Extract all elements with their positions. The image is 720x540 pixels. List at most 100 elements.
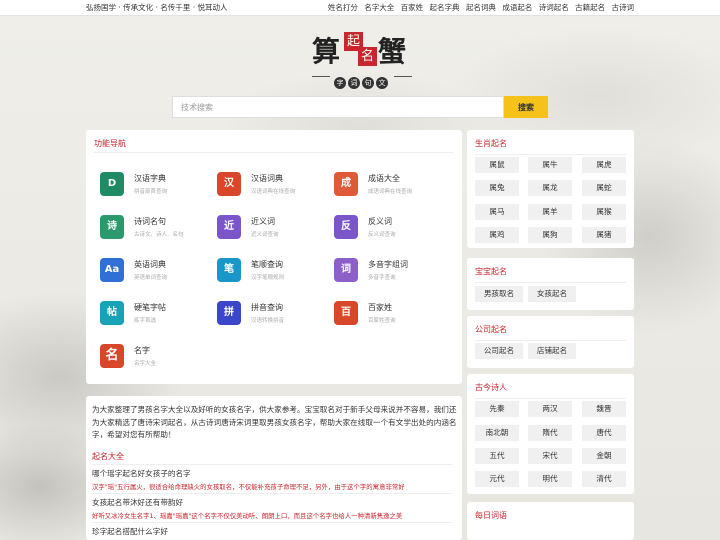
site-logo[interactable]: 算 起 名 蟹 字词句文	[312, 30, 412, 89]
tool-names[interactable]: 名 名字 名字大全	[100, 342, 212, 372]
tool-english[interactable]: Aa 英语词典 英语单词查询	[100, 256, 212, 286]
dynasty-tag[interactable]: 隋代	[528, 425, 572, 441]
top-link-poem[interactable]: 诗词起名	[539, 3, 569, 12]
logo-seal-ming: 名	[358, 47, 377, 66]
dynasty-tag[interactable]: 南北朝	[475, 425, 519, 441]
top-links: 姓名打分 名字大全 百家姓 起名字典 起名词典 成语起名 诗词起名 古籍起名 古…	[324, 0, 634, 16]
stroke-icon: 笔	[217, 258, 241, 282]
top-link-ancient[interactable]: 古诗词	[612, 3, 635, 12]
baby-tag-boy[interactable]: 男孩取名	[475, 286, 523, 302]
dynasty-tag[interactable]: 元代	[475, 471, 519, 487]
tool-name: 百家姓	[368, 303, 392, 312]
tool-name: 拼音查询	[251, 303, 283, 312]
dynasty-tag[interactable]: 五代	[475, 448, 519, 464]
baby-name-panel: 宝宝起名 男孩取名 女孩起名	[467, 258, 634, 310]
zodiac-tag[interactable]: 属虎	[582, 157, 626, 173]
dynasty-tag[interactable]: 金朝	[582, 448, 626, 464]
top-link-names[interactable]: 名字大全	[364, 3, 394, 12]
synonym-icon: 近	[217, 215, 241, 239]
tool-name: 名字	[134, 346, 150, 355]
antonym-icon: 反	[334, 215, 358, 239]
search-button[interactable]: 搜索	[504, 96, 548, 118]
surname-icon: 百	[334, 301, 358, 325]
divider	[92, 522, 452, 523]
tool-name: 诗词名句	[134, 217, 166, 226]
article-summary: 好听又冰冷女生名字1、瑶嘉"瑶嘉"这个名字不仅仅美动听、朗朗上口，而且这个名字也…	[92, 512, 403, 520]
tool-pinyin[interactable]: 拼 拼音查询 汉语转换拼音	[217, 299, 329, 329]
zodiac-tag[interactable]: 属龙	[528, 180, 572, 196]
company-tag[interactable]: 公司起名	[475, 343, 523, 359]
baby-tag-girl[interactable]: 女孩起名	[528, 286, 576, 302]
article-title[interactable]: 哪个瑶字起名好女孩子的名字	[92, 468, 191, 479]
baby-title: 宝宝起名	[475, 267, 507, 276]
article-title[interactable]: 珍字起名搭配什么字好	[92, 526, 168, 537]
tool-stroke-order[interactable]: 笔 笔顺查询 汉字笔顺规则	[217, 256, 329, 286]
pinyin-icon: 拼	[217, 301, 241, 325]
top-link-dict[interactable]: 起名字典	[430, 3, 460, 12]
top-link-words[interactable]: 起名词典	[466, 3, 496, 12]
tool-desc: 名字大全	[134, 361, 157, 367]
divider	[94, 152, 454, 153]
tool-idioms[interactable]: 成 成语大全 成语词典在线查询	[334, 170, 446, 200]
dynasty-tag[interactable]: 清代	[582, 471, 626, 487]
name-icon: 名	[100, 344, 124, 368]
search-input[interactable]	[172, 96, 504, 118]
tool-hanzi-dict[interactable]: D 汉语字典 拼音部首查询	[100, 170, 212, 200]
zodiac-tag[interactable]: 属兔	[475, 180, 519, 196]
top-link-score[interactable]: 姓名打分	[328, 3, 358, 12]
dynasty-tag[interactable]: 宋代	[528, 448, 572, 464]
poem-book-icon: 诗	[100, 215, 124, 239]
zodiac-tag[interactable]: 属牛	[528, 157, 572, 173]
top-bar: 弘扬国学 · 传承文化 · 名传千里 · 悦耳动人 姓名打分 名字大全 百家姓 …	[0, 0, 720, 16]
dynasty-tag[interactable]: 两汉	[528, 401, 572, 417]
divider	[475, 282, 626, 283]
han-icon: 汉	[217, 172, 241, 196]
tool-synonyms[interactable]: 近 近义词 近义词查询	[217, 213, 329, 243]
daily-title: 每日词语	[475, 511, 507, 520]
logo-sub-char: 文	[376, 77, 388, 89]
tool-name: 近义词	[251, 217, 275, 226]
zodiac-tag[interactable]: 属猴	[582, 204, 626, 220]
tool-name: 成语大全	[368, 174, 400, 183]
article-summary: 汉字"瑶"五行属火，很适合给命理缺火的女孩取名，不仅能补充孩子命理不足，另外，由…	[92, 483, 405, 491]
tool-desc: 练字首选	[134, 318, 157, 324]
intro-panel: 为大家整理了男孩名字大全以及好听的女孩名字，供大家参考。宝宝取名对于新手父母来说…	[86, 396, 462, 540]
function-nav-panel: 功能导航 D 汉语字典 拼音部首查询 汉 汉语词典 汉语词典在线查询 成 成语大…	[86, 130, 462, 384]
tool-desc: 多音字查询	[368, 275, 396, 281]
zodiac-tag[interactable]: 属猪	[582, 227, 626, 243]
tool-name: 反义词	[368, 217, 392, 226]
divider	[92, 464, 452, 465]
poets-panel: 古今诗人 先秦 两汉 魏晋 南北朝 隋代 唐代 五代 宋代 金朝 元代 明代 清…	[467, 374, 634, 494]
logo-line-left	[312, 76, 330, 77]
tool-desc: 反义词查询	[368, 232, 396, 238]
zodiac-tag[interactable]: 属蛇	[582, 180, 626, 196]
search-bar: 搜索	[172, 96, 548, 118]
tool-desc: 古诗文、诗人、名句	[134, 232, 184, 238]
english-icon: Aa	[100, 258, 124, 282]
logo-char-suan: 算	[312, 35, 341, 68]
top-link-classic[interactable]: 古籍起名	[575, 3, 605, 12]
zodiac-tag[interactable]: 属羊	[528, 204, 572, 220]
tool-desc: 汉字笔顺规则	[251, 275, 285, 281]
tool-name: 笔顺查询	[251, 260, 283, 269]
top-link-idiom[interactable]: 成语起名	[502, 3, 532, 12]
shop-tag[interactable]: 店铺起名	[528, 343, 576, 359]
tool-polyphone[interactable]: 词 多音字组词 多音字查询	[334, 256, 446, 286]
dynasty-tag[interactable]: 明代	[528, 471, 572, 487]
tool-desc: 汉语词典在线查询	[251, 189, 296, 195]
dynasty-tag[interactable]: 先秦	[475, 401, 519, 417]
tool-word-dict[interactable]: 汉 汉语词典 汉语词典在线查询	[217, 170, 329, 200]
poets-title: 古今诗人	[475, 383, 507, 392]
tool-poems[interactable]: 诗 诗词名句 古诗文、诗人、名句	[100, 213, 212, 243]
tool-antonyms[interactable]: 反 反义词 反义词查询	[334, 213, 446, 243]
tool-copybook[interactable]: 帖 硬笔字帖 练字首选	[100, 299, 212, 329]
zodiac-tag[interactable]: 属鼠	[475, 157, 519, 173]
dynasty-tag[interactable]: 魏晋	[582, 401, 626, 417]
top-link-surnames[interactable]: 百家姓	[401, 3, 424, 12]
zodiac-tag[interactable]: 属鸡	[475, 227, 519, 243]
dynasty-tag[interactable]: 唐代	[582, 425, 626, 441]
tool-surnames[interactable]: 百 百家姓 百家姓查询	[334, 299, 446, 329]
zodiac-tag[interactable]: 属马	[475, 204, 519, 220]
article-title[interactable]: 女孩起名带沐好还有带韵好	[92, 497, 183, 508]
zodiac-tag[interactable]: 属狗	[528, 227, 572, 243]
